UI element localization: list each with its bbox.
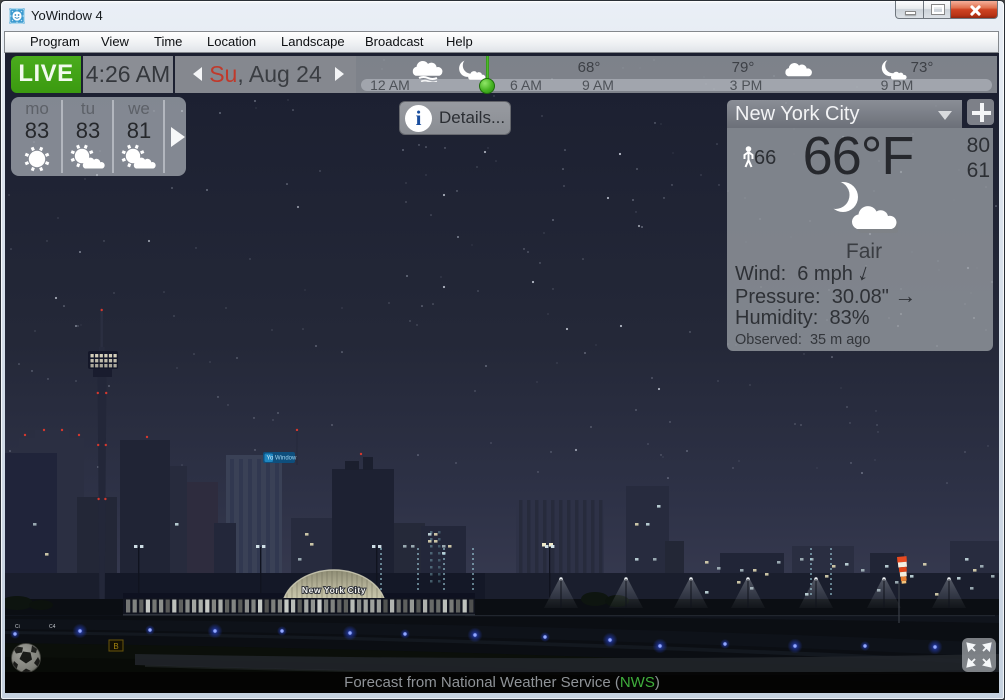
svg-text:Yo: Yo: [267, 456, 274, 462]
svg-text:B: B: [113, 642, 118, 651]
svg-text:Ci: Ci: [15, 624, 20, 630]
svg-text:C4: C4: [49, 624, 56, 630]
svg-text:Window: Window: [275, 456, 297, 462]
svg-text:New York City: New York City: [302, 585, 366, 595]
